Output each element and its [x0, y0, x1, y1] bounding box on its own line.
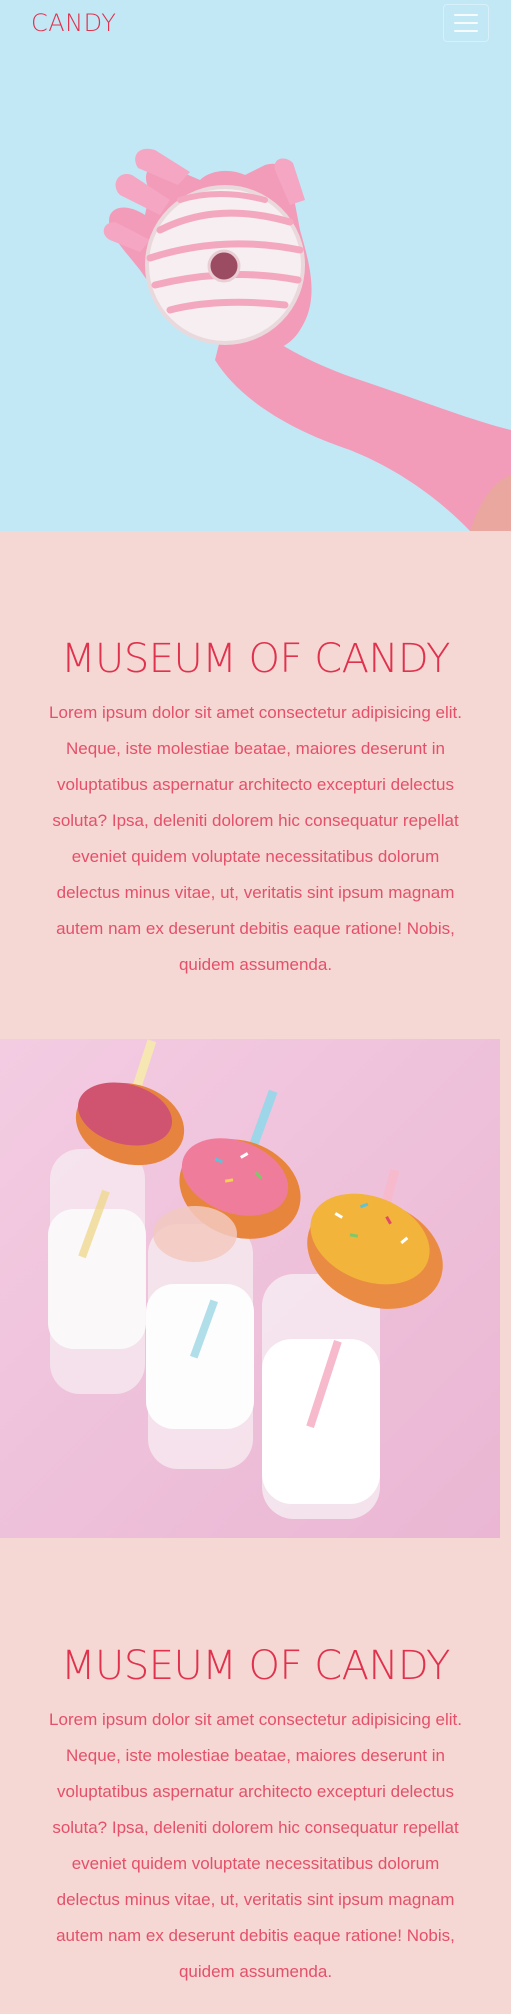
- navbar: CANDY: [0, 0, 511, 46]
- page: CANDY MUSEUM OF CANDY Lorem ipsum dolor …: [0, 0, 511, 2014]
- section-title: MUSEUM OF CANDY: [61, 1643, 450, 1689]
- hamburger-menu-icon: [454, 22, 478, 24]
- donut-milk-image: [0, 1039, 500, 1538]
- section-body-text: Lorem ipsum dolor sit amet consectetur a…: [49, 703, 462, 974]
- donut-milk-photo: [0, 1039, 500, 1538]
- hamburger-menu-icon: [454, 14, 478, 16]
- hamburger-menu-icon: [454, 30, 478, 32]
- section-title: MUSEUM OF CANDY: [61, 636, 450, 682]
- intro-section: MUSEUM OF CANDY Lorem ipsum dolor sit am…: [0, 531, 511, 1039]
- museum-section: MUSEUM OF CANDY Lorem ipsum dolor sit am…: [0, 1538, 511, 2014]
- hero-banner: CANDY: [0, 0, 511, 531]
- section-body-text: Lorem ipsum dolor sit amet consectetur a…: [49, 1710, 462, 1981]
- brand-logo-link[interactable]: CANDY: [31, 9, 116, 37]
- menu-toggle-button[interactable]: [443, 4, 489, 42]
- hero-image: [0, 0, 511, 531]
